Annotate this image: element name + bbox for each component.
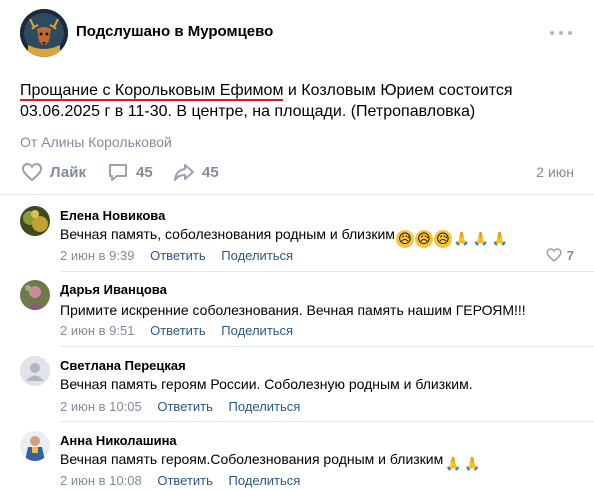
- comment-time[interactable]: 2 июн в 10:08: [60, 473, 142, 488]
- deer-avatar-icon: [20, 9, 68, 57]
- like-button[interactable]: Лайк: [20, 160, 86, 184]
- reply-button[interactable]: Ответить: [157, 473, 213, 488]
- comment-item: Елена Новикова Вечная память, соболезнов…: [0, 202, 594, 270]
- post-author[interactable]: От Алины Корольковой: [20, 134, 172, 150]
- comment-time[interactable]: 2 июн в 9:39: [60, 248, 134, 263]
- share-button[interactable]: 45: [172, 160, 219, 184]
- comment-meta: 2 июн в 9:51 Ответить Поделиться: [60, 323, 305, 338]
- comment-text: Вечная память, соболезнования родным и б…: [60, 226, 509, 248]
- comment-author[interactable]: Дарья Иванцова: [60, 282, 167, 297]
- reply-button[interactable]: Ответить: [157, 399, 213, 414]
- post-date[interactable]: 2 июн: [536, 164, 574, 180]
- shares-count: 45: [202, 163, 219, 181]
- avatar[interactable]: [20, 206, 50, 236]
- post-text-highlighted: Прощание с Корольковым Ефимом: [20, 82, 284, 101]
- share-comment-button[interactable]: Поделиться: [221, 323, 293, 338]
- divider: [60, 421, 594, 422]
- comment-text: Примите искренние соболезнования. Вечная…: [60, 302, 526, 318]
- comments-button[interactable]: 45: [106, 160, 153, 184]
- group-avatar[interactable]: [20, 9, 68, 57]
- group-name[interactable]: Подслушано в Муромцево: [76, 23, 273, 40]
- comment-text: Вечная память героям России. Соболезную …: [60, 376, 473, 392]
- more-dots-icon[interactable]: [548, 28, 574, 38]
- heart-icon: [546, 248, 562, 262]
- comment-time[interactable]: 2 июн в 10:05: [60, 399, 142, 414]
- divider: [0, 194, 594, 195]
- comment-author[interactable]: Светлана Перецкая: [60, 358, 186, 373]
- reply-button[interactable]: Ответить: [150, 323, 206, 338]
- comment-text: Вечная память героям.Соболезнования родн…: [60, 451, 481, 471]
- share-comment-button[interactable]: Поделиться: [229, 399, 301, 414]
- share-comment-button[interactable]: Поделиться: [221, 248, 293, 263]
- comment-time[interactable]: 2 июн в 9:51: [60, 323, 134, 338]
- comment-author[interactable]: Анна Николашина: [60, 433, 177, 448]
- comments-count: 45: [136, 163, 153, 181]
- comment-item: Дарья Иванцова Примите искренние соболез…: [0, 276, 594, 344]
- sad-face-icon: 😥: [414, 230, 433, 248]
- share-arrow-icon: [174, 164, 194, 181]
- praying-hands-icon: 🙏: [464, 456, 481, 471]
- default-user-icon: [20, 356, 50, 386]
- sad-face-icon: 😥: [395, 230, 414, 248]
- avatar[interactable]: [20, 280, 50, 310]
- post-header: Подслушано в Муромцево: [0, 0, 594, 66]
- comment-author[interactable]: Елена Новикова: [60, 208, 165, 223]
- post-actions: Лайк 45 45 2 июн: [0, 156, 594, 188]
- like-label: Лайк: [50, 163, 86, 181]
- share-comment-button[interactable]: Поделиться: [229, 473, 301, 488]
- praying-hands-icon: 🙏: [472, 231, 490, 246]
- reply-button[interactable]: Ответить: [150, 248, 206, 263]
- post-text: Прощание с Корольковым Ефимом и Козловым…: [20, 80, 570, 122]
- avatar[interactable]: [20, 356, 50, 386]
- heart-icon: [22, 163, 42, 181]
- comment-meta: 2 июн в 10:08 Ответить Поделиться: [60, 473, 312, 488]
- sad-face-icon: 😥: [433, 230, 452, 248]
- comment-meta: 2 июн в 9:39 Ответить Поделиться: [60, 248, 305, 263]
- comment-likes-count: 7: [566, 247, 574, 263]
- comment-meta: 2 июн в 10:05 Ответить Поделиться: [60, 399, 312, 414]
- praying-hands-icon: 🙏: [491, 231, 509, 246]
- divider: [60, 271, 594, 272]
- comment-icon: [109, 164, 127, 181]
- praying-hands-icon: 🙏: [453, 231, 471, 246]
- comment-item: Анна Николашина Вечная память героям.Соб…: [0, 427, 594, 490]
- comment-like-button[interactable]: 7: [545, 246, 574, 264]
- divider: [60, 346, 594, 347]
- avatar[interactable]: [20, 431, 50, 461]
- comment-item: Светлана Перецкая Вечная память героям Р…: [0, 352, 594, 420]
- praying-hands-icon: 🙏: [445, 456, 462, 471]
